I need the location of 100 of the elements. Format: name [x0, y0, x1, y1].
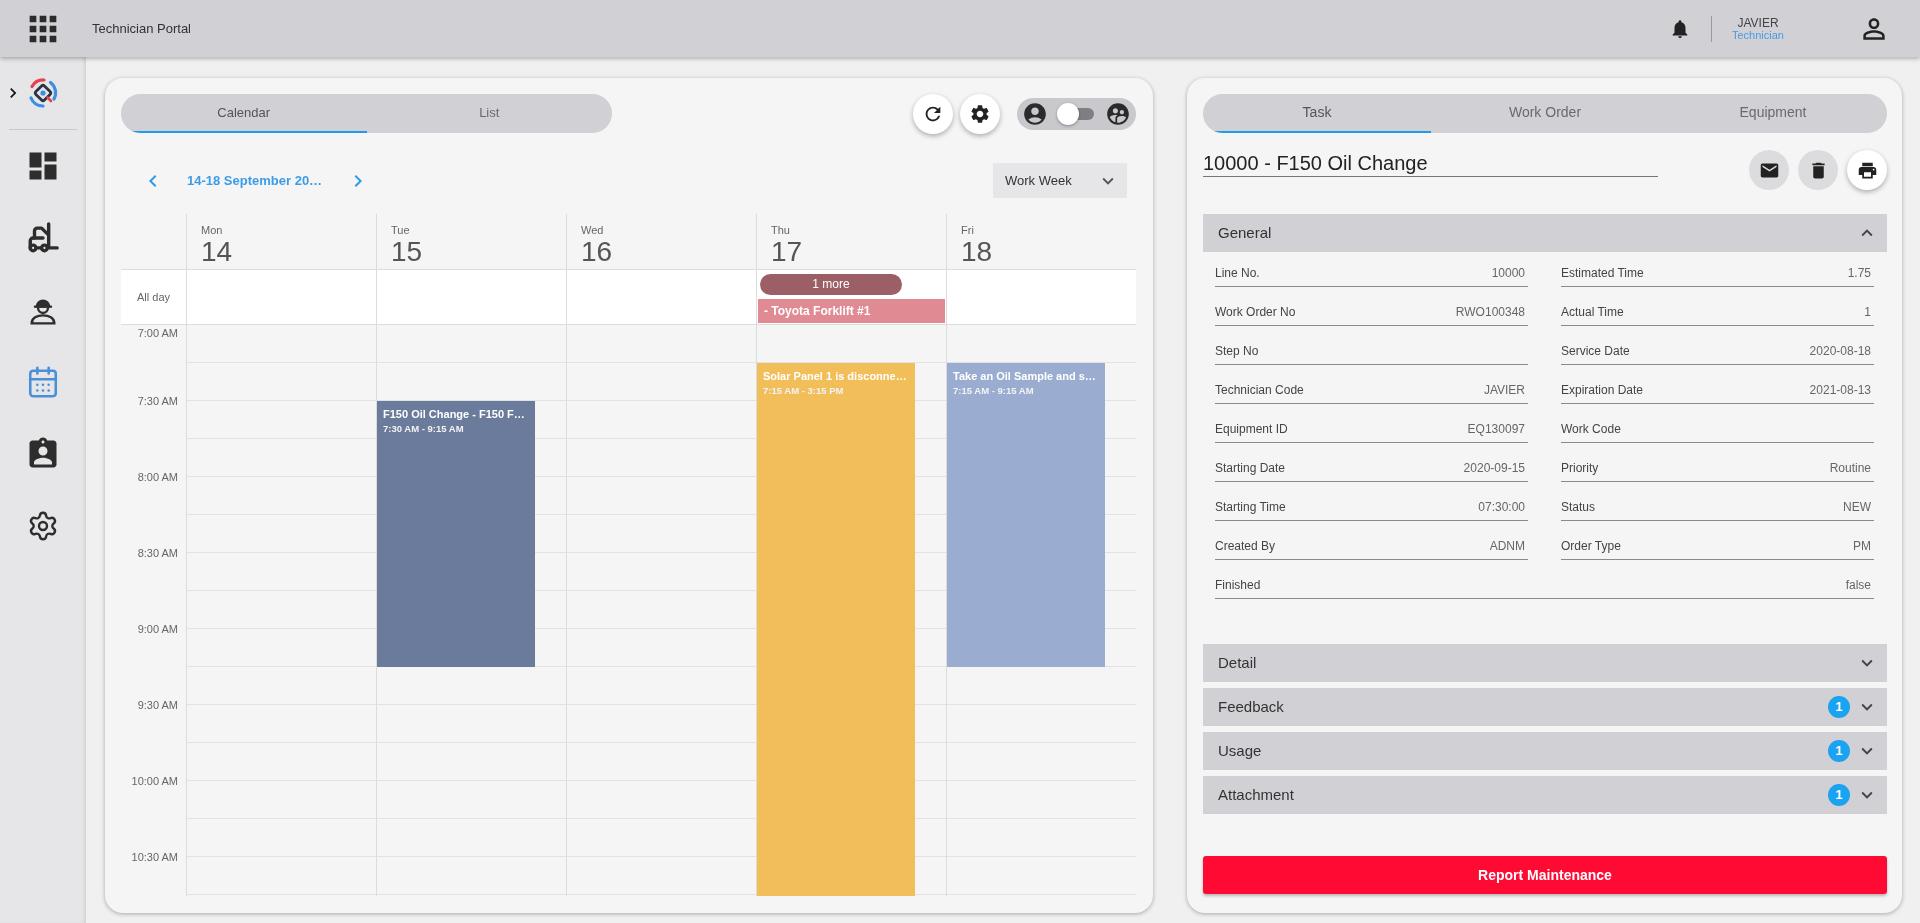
- day-number: 16: [581, 237, 613, 267]
- day-number: 15: [391, 237, 423, 267]
- calendar-icon[interactable]: [26, 365, 60, 399]
- event-title: F150 Oil Change - F150 F…: [383, 407, 526, 421]
- view-select[interactable]: Work Week: [993, 163, 1127, 198]
- section-header[interactable]: Detail: [1203, 644, 1887, 682]
- logo-icon[interactable]: [27, 77, 59, 109]
- person-icon[interactable]: [1022, 100, 1048, 127]
- form-field[interactable]: Step No: [1215, 337, 1528, 365]
- settings-button[interactable]: [960, 93, 1000, 134]
- field-label: Starting Time: [1215, 498, 1286, 516]
- settings-icon: [969, 102, 991, 125]
- field-label: Work Code: [1561, 420, 1621, 438]
- tab[interactable]: Task: [1203, 94, 1431, 133]
- field-value: JAVIER: [1483, 381, 1526, 399]
- tab[interactable]: Equipment: [1659, 94, 1887, 133]
- field-label: Service Date: [1561, 342, 1630, 360]
- count-badge: 1: [1828, 696, 1850, 718]
- field-label: Status: [1561, 498, 1596, 516]
- report-maintenance-button[interactable]: Report Maintenance: [1203, 856, 1887, 894]
- tab[interactable]: List: [366, 94, 612, 133]
- weekday-label: Wed: [581, 223, 604, 237]
- field-label: Order Type: [1561, 537, 1621, 555]
- section-header[interactable]: General: [1203, 214, 1887, 252]
- section-header[interactable]: Feedback 1: [1203, 688, 1887, 726]
- form-field[interactable]: Equipment ID EQ130097: [1215, 415, 1528, 443]
- day-number: 14: [201, 237, 233, 267]
- time-label: 8:30 AM: [137, 546, 178, 560]
- time-label: 10:00 AM: [131, 774, 178, 788]
- field-value: 2021-08-13: [1809, 381, 1872, 399]
- time-label: 9:30 AM: [137, 698, 178, 712]
- section-header[interactable]: Attachment 1: [1203, 776, 1887, 814]
- field-value: EQ130097: [1467, 420, 1526, 438]
- field-label: Actual Time: [1561, 303, 1624, 321]
- time-label: 9:00 AM: [137, 622, 178, 636]
- title-field[interactable]: 10000 - F150 Oil Change: [1203, 150, 1658, 177]
- more-events-link[interactable]: 1 more: [760, 274, 902, 295]
- field-label: Equipment ID: [1215, 420, 1288, 438]
- field-label: Estimated Time: [1561, 264, 1644, 282]
- form-field[interactable]: Service Date 2020-08-18: [1561, 337, 1874, 365]
- weekday-label: Tue: [391, 223, 410, 237]
- delete-button[interactable]: [1798, 150, 1838, 190]
- refresh-button[interactable]: [913, 93, 953, 134]
- field-value: PM: [1853, 537, 1872, 555]
- tab[interactable]: Calendar: [121, 94, 367, 133]
- print-button[interactable]: [1847, 150, 1887, 190]
- time-label: 7:00 AM: [137, 327, 178, 340]
- form-field[interactable]: Actual Time 1: [1561, 298, 1874, 326]
- field-value: 2020-09-15: [1463, 459, 1526, 477]
- form-field[interactable]: Priority Routine: [1561, 454, 1874, 482]
- form-field[interactable]: Status NEW: [1561, 493, 1874, 521]
- all-day-label: All day: [137, 289, 170, 305]
- form-field[interactable]: Line No. 10000: [1215, 259, 1528, 287]
- form-field[interactable]: Starting Time 07:30:00: [1215, 493, 1528, 521]
- form-field[interactable]: Created By ADNM: [1215, 532, 1528, 560]
- day-number: 17: [771, 237, 803, 267]
- field-value: 07:30:00: [1478, 498, 1526, 516]
- form-field[interactable]: Estimated Time 1.75: [1561, 259, 1874, 287]
- weekday-label: Fri: [961, 223, 974, 237]
- email-button[interactable]: [1749, 150, 1789, 190]
- field-label: Expiration Date: [1561, 381, 1644, 399]
- field-label: Created By: [1215, 537, 1276, 555]
- field-label: Finished: [1215, 576, 1261, 594]
- user-role: Technician: [1732, 28, 1784, 41]
- field-label: Work Order No: [1215, 303, 1296, 321]
- field-value: ADNM: [1489, 537, 1526, 555]
- field-value: Routine: [1829, 459, 1872, 477]
- section-header[interactable]: Usage 1: [1203, 732, 1887, 770]
- form-field[interactable]: Order Type PM: [1561, 532, 1874, 560]
- date-range: 14-18 September 20…: [187, 171, 323, 190]
- user-name: JAVIER: [1737, 16, 1779, 29]
- event-time: 7:15 AM - 9:15 AM: [953, 385, 1035, 397]
- form-field[interactable]: Expiration Date 2021-08-13: [1561, 376, 1874, 404]
- calendar-event[interactable]: F150 Oil Change - F150 F… 7:30 AM - 9:15 AM: [377, 401, 535, 667]
- form-field[interactable]: Work Code: [1561, 415, 1874, 443]
- app-title: Technician Portal: [92, 19, 191, 38]
- form-field[interactable]: Finished false: [1215, 571, 1874, 599]
- event-time: 7:30 AM - 9:15 AM: [383, 423, 465, 435]
- field-value: 2020-08-18: [1809, 342, 1872, 360]
- settings-icon[interactable]: [27, 510, 59, 542]
- field-label: Step No: [1215, 342, 1259, 360]
- tab[interactable]: Work Order: [1431, 94, 1659, 133]
- weekday-label: Thu: [771, 223, 790, 237]
- group-icon[interactable]: [1105, 100, 1131, 127]
- count-badge: 1: [1828, 740, 1850, 762]
- weekday-label: Mon: [201, 223, 223, 237]
- form-field[interactable]: Starting Date 2020-09-15: [1215, 454, 1528, 482]
- field-value: 10000: [1491, 264, 1526, 282]
- field-label: Priority: [1561, 459, 1599, 477]
- form-field[interactable]: Work Order No RWO100348: [1215, 298, 1528, 326]
- forklift-icon[interactable]: [26, 221, 60, 255]
- form-field[interactable]: Technician Code JAVIER: [1215, 376, 1528, 404]
- field-value: NEW: [1843, 498, 1872, 516]
- event-title: Solar Panel 1 is disconne…: [763, 369, 908, 383]
- field-label: Line No.: [1215, 264, 1260, 282]
- event-time: 7:15 AM - 3:15 PM: [763, 385, 845, 397]
- field-value: 1: [1864, 303, 1872, 321]
- field-value: 1.75: [1847, 264, 1872, 282]
- event-title: Take an Oil Sample and s…: [953, 369, 1097, 383]
- count-badge: 1: [1828, 784, 1850, 806]
